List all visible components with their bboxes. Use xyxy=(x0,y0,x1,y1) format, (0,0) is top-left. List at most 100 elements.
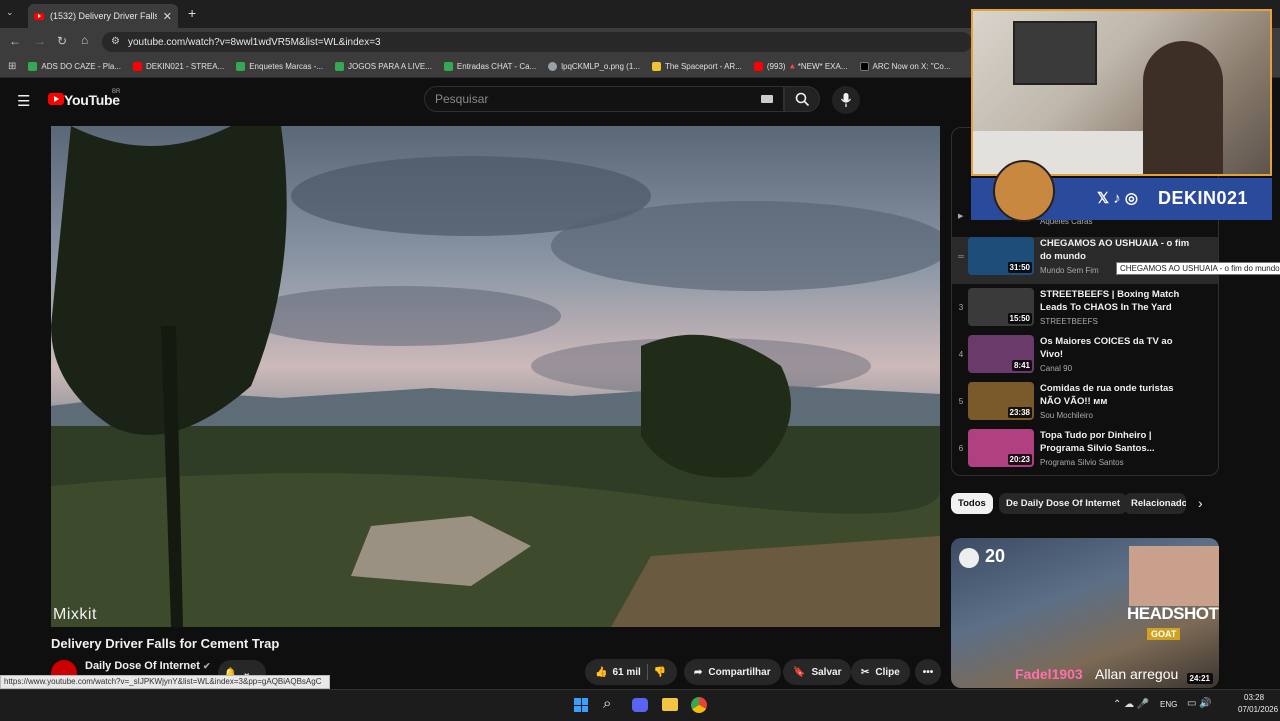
drag-handle-icon[interactable]: ═ xyxy=(957,252,965,261)
chip-related[interactable]: Relacionado xyxy=(1124,493,1186,514)
voice-search-button[interactable] xyxy=(832,86,860,114)
chip-from-channel[interactable]: De Daily Dose Of Internet xyxy=(999,493,1128,514)
playlist-item-title[interactable]: STREETBEEFS | Boxing Match Leads To CHAO… xyxy=(1040,288,1190,314)
bookmark-item[interactable]: (993) 🔺*NEW* EXA... xyxy=(753,62,848,71)
tab-title: (1532) Delivery Driver Falls for C xyxy=(50,11,157,21)
folder-icon[interactable] xyxy=(662,698,678,711)
streamer-silhouette xyxy=(1143,41,1223,174)
playlist-index: 6 xyxy=(958,444,964,453)
chrome-icon[interactable] xyxy=(691,697,707,713)
network-volume-icons[interactable]: ▭ 🔊 xyxy=(1187,698,1212,709)
playlist-item-channel: Programa Silvio Santos xyxy=(1040,458,1124,467)
chat-user: Fadel1903 xyxy=(1015,666,1083,682)
divider xyxy=(646,664,648,680)
tab-search-icon[interactable]: ⌄ xyxy=(6,7,14,18)
mascot-avatar xyxy=(993,160,1055,222)
menu-icon[interactable]: ☰ xyxy=(17,92,30,110)
spaceport-icon xyxy=(651,62,661,71)
dislike-button[interactable]: 👎 xyxy=(654,667,666,678)
like-button[interactable]: 👍 61 mil xyxy=(595,667,641,678)
windows-start-icon[interactable] xyxy=(574,698,588,712)
social-icons: 𝕏 ♪ ◎ xyxy=(1097,190,1139,207)
channel-name[interactable]: Daily Dose Of Internet ✔ xyxy=(85,660,211,672)
bookmark-item[interactable]: DEKIN021 - STREA... xyxy=(132,62,224,71)
more-actions-button[interactable]: ••• xyxy=(915,659,941,685)
playlist-item-channel: Canal 90 xyxy=(1040,364,1073,373)
youtube-logo-icon[interactable] xyxy=(48,93,64,105)
playlist-item-channel: Sou Mochileiro xyxy=(1040,411,1093,420)
reload-icon[interactable]: ↻ xyxy=(57,34,67,48)
playlist-index: 5 xyxy=(958,397,964,406)
globe-icon xyxy=(548,62,558,71)
playlist-item[interactable]: ═ 31:50 CHEGAMOS AO USHUAIA - o fim do m… xyxy=(952,237,1218,284)
bookmark-item[interactable]: ARC Now on X: "Co... xyxy=(859,62,951,71)
playlist-item-title[interactable]: Topa Tudo por Dinheiro | Programa Silvio… xyxy=(1040,429,1190,455)
close-tab-icon[interactable]: ✕ xyxy=(163,10,172,23)
playlist-thumbnail[interactable]: 15:50 xyxy=(968,288,1034,326)
playlist-thumbnail[interactable]: 8:41 xyxy=(968,335,1034,373)
tray-icons[interactable]: ⌃ ☁ 🎤 xyxy=(1113,699,1149,710)
playlist-thumbnail[interactable]: 23:38 xyxy=(968,382,1034,420)
playlist-item[interactable]: 5 23:38 Comidas de rua onde turistas NÃO… xyxy=(952,382,1218,429)
clip-button[interactable]: ✂ Clipe xyxy=(851,659,910,685)
sheets-icon xyxy=(236,62,246,71)
share-button[interactable]: ➦ Compartilhar xyxy=(684,659,781,685)
scissors-icon: ✂ xyxy=(861,666,870,678)
wall-frame xyxy=(1013,21,1097,85)
home-icon[interactable]: ⌂ xyxy=(81,33,88,47)
video-watermark: Mixkit xyxy=(53,606,97,623)
apps-grid-icon[interactable]: ⊞ xyxy=(8,61,16,72)
bookmark-item[interactable]: Entradas CHAT - Ca... xyxy=(443,62,536,71)
clock-date[interactable]: 07/01/2026 xyxy=(1238,705,1278,714)
sheets-icon xyxy=(443,62,453,71)
language-indicator[interactable]: ENG xyxy=(1160,700,1177,709)
share-icon: ➦ xyxy=(694,666,703,678)
channel-name-text: Daily Dose Of Internet xyxy=(85,660,200,672)
keyboard-icon[interactable] xyxy=(761,95,773,103)
address-bar[interactable]: ⚙ youtube.com/watch?v=8wwl1wdVR5M&list=W… xyxy=(102,32,972,52)
address-bar-url: youtube.com/watch?v=8wwl1wdVR5M&list=WL&… xyxy=(128,36,381,48)
bookmark-item[interactable]: ADS DO CAZE - Pla... xyxy=(28,62,121,71)
playlist-item-title[interactable]: Comidas de rua onde turistas NÃO VÃO!! ᴍ… xyxy=(1040,382,1190,408)
forward-icon[interactable]: → xyxy=(34,34,46,48)
playlist-item[interactable]: 4 8:41 Os Maiores COICES da TV ao Vivo! … xyxy=(952,335,1218,382)
playlist-item-title[interactable]: CHEGAMOS AO USHUAIA - o fim do mundo xyxy=(1040,237,1190,263)
duration-badge: 8:41 xyxy=(1011,360,1032,371)
bookmark-item[interactable]: lpqCKMLP_o.png (1... xyxy=(548,62,640,71)
playlist-item-title[interactable]: Os Maiores COICES da TV ao Vivo! xyxy=(1040,335,1190,361)
chip-all[interactable]: Todos xyxy=(951,493,993,514)
bookmark-item[interactable]: JOGOS PARA A LIVE... xyxy=(335,62,432,71)
search-icon xyxy=(795,92,810,107)
site-info-icon[interactable]: ⚙ xyxy=(111,36,120,47)
duration-badge: 24:21 xyxy=(1186,673,1213,684)
like-count: 61 mil xyxy=(612,666,641,678)
bookmark-item[interactable]: Enquetes Marcas -... xyxy=(236,62,323,71)
search-button[interactable] xyxy=(784,86,820,112)
playlist-index: 3 xyxy=(958,303,964,312)
microphone-icon xyxy=(840,93,852,107)
playlist-thumbnail[interactable]: 31:50 xyxy=(968,237,1034,275)
bookmark-icon: 🔖 xyxy=(793,666,806,678)
new-tab-icon[interactable]: + xyxy=(188,5,196,21)
play-indicator-icon: ▶ xyxy=(958,213,964,220)
playlist-item[interactable]: 6 20:23 Topa Tudo por Dinheiro | Program… xyxy=(952,429,1218,475)
bookmark-item[interactable]: The Spaceport - AR... xyxy=(651,62,742,71)
tab-active[interactable]: (1532) Delivery Driver Falls for C ✕ xyxy=(28,4,178,28)
search-input[interactable]: Pesquisar xyxy=(424,86,784,112)
recommended-thumbnail[interactable]: 20 HEADSHOT GOAT Fadel1903 Allan arregou… xyxy=(951,538,1219,688)
video-title: Delivery Driver Falls for Cement Trap xyxy=(51,636,280,651)
youtube-icon xyxy=(753,62,763,71)
streamer-cam xyxy=(1129,546,1219,606)
windows-taskbar: ⌕ ⌃ ☁ 🎤 ENG ▭ 🔊 xyxy=(0,689,1280,721)
chevron-right-icon[interactable]: › xyxy=(1198,495,1203,511)
more-icon: ••• xyxy=(922,666,934,678)
chat-line: Allan arregou xyxy=(1095,666,1179,682)
back-icon[interactable]: ← xyxy=(9,34,21,48)
save-button[interactable]: 🔖 Salvar xyxy=(783,659,852,685)
clock-time[interactable]: 03:28 xyxy=(1244,693,1264,702)
playlist-item[interactable]: 3 15:50 STREETBEEFS | Boxing Match Leads… xyxy=(952,288,1218,335)
discord-icon[interactable] xyxy=(632,698,648,712)
playlist-thumbnail[interactable]: 20:23 xyxy=(968,429,1034,467)
search-icon[interactable]: ⌕ xyxy=(603,695,611,712)
video-player[interactable] xyxy=(51,126,940,627)
